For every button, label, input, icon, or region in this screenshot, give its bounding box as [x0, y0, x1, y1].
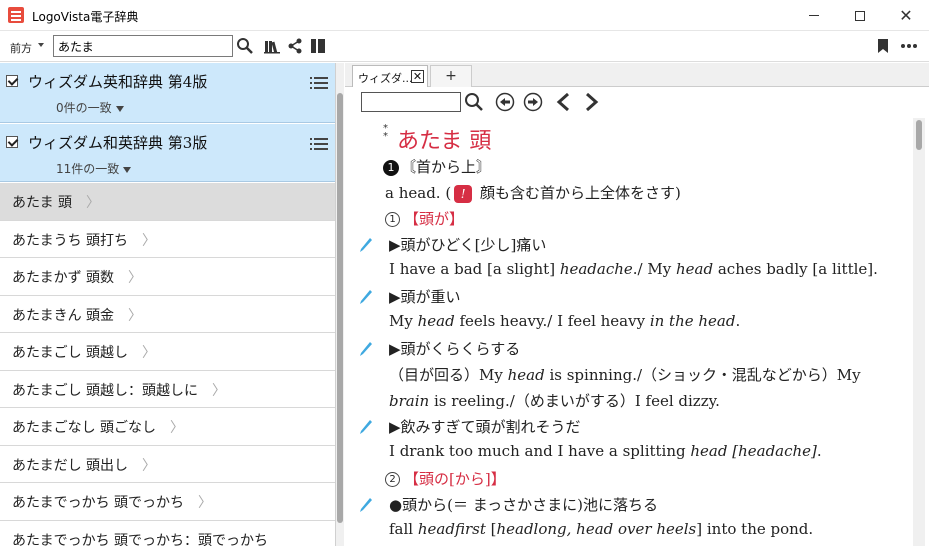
chevron-down-icon: [123, 166, 132, 173]
sense-heading: 1 〘首から上〙: [383, 156, 491, 177]
chevron-down-icon[interactable]: [38, 43, 44, 47]
chevron-right-icon: 〉: [86, 195, 101, 211]
chevron-right-icon: 〉: [128, 307, 143, 324]
entry-toolbar: [355, 88, 929, 118]
back-icon[interactable]: [553, 91, 575, 113]
chevron-right-icon: 〉: [128, 270, 143, 286]
tab-strip: ウィズダ... ✕ +: [345, 63, 929, 87]
note-icon[interactable]: !: [454, 185, 473, 203]
example-ja: ▶頭がひどく[少し]痛い: [389, 236, 547, 254]
result-item[interactable]: あたまでっかち 頭でっかち：頭でっかち: [0, 520, 335, 546]
tab-entry[interactable]: ウィズダ... ✕: [352, 65, 428, 87]
chevron-right-icon: 〉: [198, 495, 213, 511]
sense-number-badge: 1: [383, 160, 399, 176]
example-en: I drank too much and I have a splitting …: [389, 442, 822, 460]
pen-icon[interactable]: [359, 289, 373, 305]
chevron-right-icon: 〉: [170, 420, 185, 436]
dictionary-match-count[interactable]: 11件の一致: [56, 160, 132, 177]
pen-icon[interactable]: [359, 497, 373, 513]
minimize-button[interactable]: [791, 0, 837, 31]
next-match-icon[interactable]: [522, 91, 544, 113]
result-item[interactable]: あたまだし 頭出し〉: [0, 445, 335, 483]
search-icon[interactable]: [235, 36, 255, 56]
more-options-icon[interactable]: [899, 36, 919, 56]
dictionary-checkbox[interactable]: [6, 75, 18, 87]
example-ja: ▶頭がくらくらする: [389, 340, 521, 358]
pen-icon[interactable]: [359, 341, 373, 357]
dictionary-name: ウィズダム和英辞典 第3版: [28, 134, 208, 152]
result-item[interactable]: あたまでっかち 頭でっかち〉: [0, 483, 335, 521]
list-menu-icon[interactable]: [310, 77, 328, 89]
list-menu-icon[interactable]: [310, 138, 328, 150]
main-toolbar: 前方: [0, 31, 929, 62]
example-en: My head feels heavy./ I feel heavy in th…: [389, 312, 741, 330]
example-ja: ▶飲みすぎて頭が割れそうだ: [389, 418, 581, 436]
example-ja: ▶頭が重い: [389, 288, 461, 306]
entry-pane: ウィズダ... ✕ + * * あたま 頭 1 〘首から上〙 a head. (! …: [345, 63, 929, 546]
result-item[interactable]: あたまごし 頭越し〉: [0, 333, 335, 371]
share-icon[interactable]: [285, 36, 305, 56]
bookmark-icon[interactable]: [873, 36, 893, 56]
previous-match-icon[interactable]: [494, 91, 516, 113]
chevron-right-icon: 〉: [142, 232, 157, 249]
bookshelf-icon[interactable]: [262, 36, 282, 56]
subsense-number: 1: [385, 212, 400, 227]
add-tab-button[interactable]: +: [430, 65, 472, 87]
maximize-icon: [855, 10, 865, 21]
chevron-right-icon: 〉: [212, 382, 227, 399]
sense-definition: a head. (! 顔も含む首から上全体をさす): [385, 184, 681, 203]
layout-panel-icon[interactable]: [308, 36, 328, 56]
right-scrollbar[interactable]: [913, 118, 925, 546]
chevron-down-icon: [115, 105, 124, 112]
importance-star-icon: * *: [383, 123, 388, 142]
dictionary-checkbox[interactable]: [6, 136, 18, 148]
close-button[interactable]: ✕: [883, 0, 929, 31]
pen-icon[interactable]: [359, 237, 373, 253]
close-icon: ✕: [899, 5, 913, 25]
subsense-heading: 1 【頭が】: [385, 208, 464, 229]
forward-icon[interactable]: [580, 91, 602, 113]
dictionary-card[interactable]: ウィズダム和英辞典 第3版 11件の一致: [0, 124, 335, 182]
search-input[interactable]: [53, 35, 233, 57]
result-item[interactable]: あたまごなし 頭ごなし〉: [0, 408, 335, 446]
subsense-heading: 2 【頭の[から]】: [385, 468, 506, 489]
result-item[interactable]: あたまかず 頭数〉: [0, 258, 335, 296]
tab-label: ウィズダ...: [358, 72, 413, 85]
result-item[interactable]: あたまきん 頭金〉: [0, 295, 335, 333]
example-en: fall headfirst [headlong, head over heel…: [389, 520, 814, 538]
result-item[interactable]: あたまうち 頭打ち〉: [0, 220, 335, 258]
result-list: あたま 頭〉 あたまうち 頭打ち〉 あたまかず 頭数〉 あたまきん 頭金〉 あた…: [0, 183, 335, 546]
left-scrollbar-thumb[interactable]: [337, 93, 343, 523]
subsense-number: 2: [385, 472, 400, 487]
example-en-continued: brain is reeling./（めまいがする）I feel dizzy.: [389, 392, 720, 410]
example-en: （目が回る）My head is spinning./（ショック・混乱などから）…: [389, 366, 861, 384]
window-title: LogoVista電子辞典: [32, 10, 139, 24]
tab-close-icon[interactable]: ✕: [411, 70, 424, 83]
dictionary-entry: * * あたま 頭 1 〘首から上〙 a head. (! 顔も含む首から上全体をさ…: [345, 119, 919, 546]
chevron-right-icon: 〉: [142, 345, 157, 361]
chevron-right-icon: 〉: [142, 457, 157, 474]
example-ja: ●頭から(＝ まっさかさまに)池に落ちる: [389, 496, 658, 514]
search-icon[interactable]: [463, 91, 485, 113]
dictionary-card[interactable]: ウィズダム英和辞典 第4版 0件の一致: [0, 63, 335, 123]
right-scrollbar-thumb[interactable]: [916, 120, 922, 150]
result-pane: ウィズダム英和辞典 第4版 0件の一致 ウィズダム和英辞典 第3版 11件の一致…: [0, 63, 336, 546]
maximize-button[interactable]: [837, 0, 883, 31]
title-bar: LogoVista電子辞典 ✕: [0, 0, 929, 31]
search-direction-dropdown[interactable]: 前方: [10, 40, 32, 56]
result-item[interactable]: あたまごし 頭越し：頭越しに〉: [0, 370, 335, 408]
result-item[interactable]: あたま 頭〉: [0, 183, 335, 221]
dictionary-match-count[interactable]: 0件の一致: [56, 99, 124, 116]
app-logo-icon: [8, 7, 24, 23]
dictionary-name: ウィズダム英和辞典 第4版: [28, 73, 208, 91]
minimize-icon: [809, 15, 819, 16]
entry-headword: あたま 頭: [397, 129, 492, 154]
find-in-entry-input[interactable]: [361, 92, 461, 112]
example-en: I have a bad [a slight] headache./ My he…: [389, 260, 878, 278]
left-scrollbar[interactable]: [336, 63, 344, 546]
pen-icon[interactable]: [359, 419, 373, 435]
